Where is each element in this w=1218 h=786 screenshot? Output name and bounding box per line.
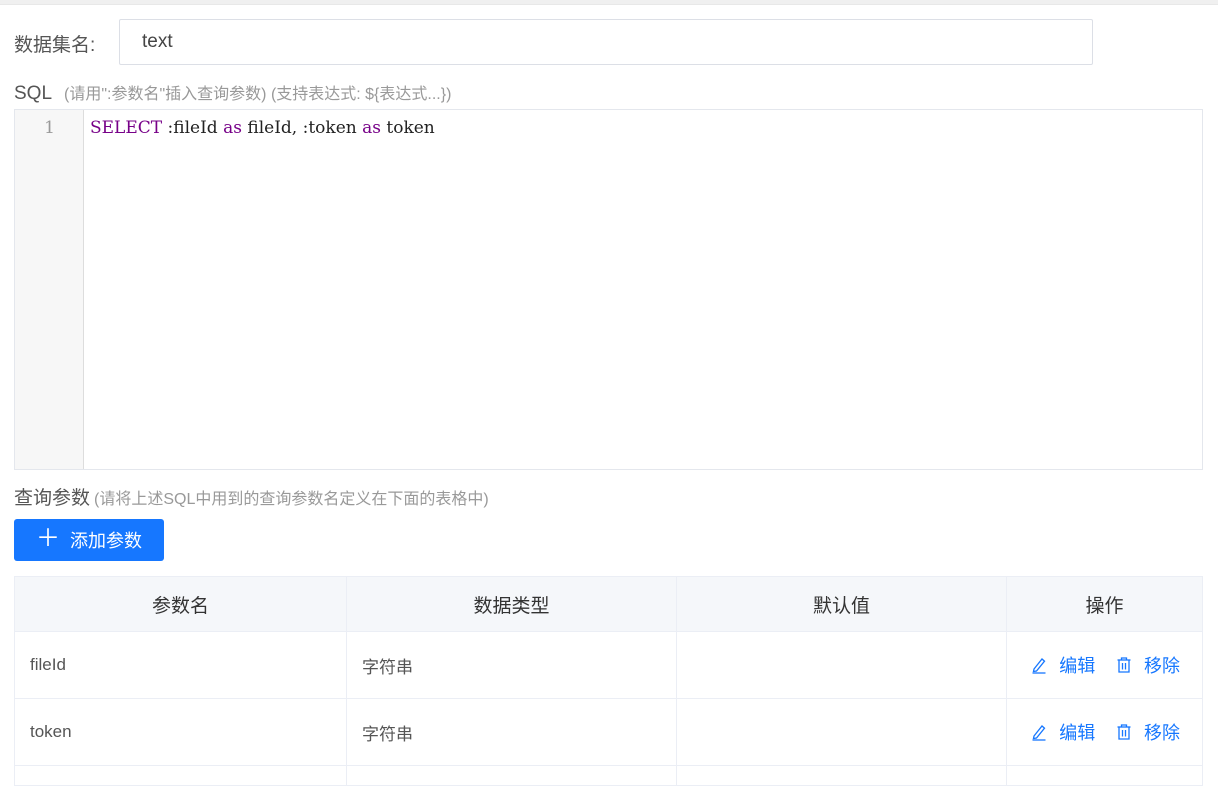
add-param-label: 添加参数	[70, 531, 142, 551]
add-param-button[interactable]: ＋ 添加参数	[14, 519, 164, 561]
remove-label: 移除	[1144, 655, 1180, 676]
sql-keyword: SELECT	[90, 118, 163, 138]
sql-token: token	[380, 118, 435, 138]
remove-link[interactable]: 移除	[1116, 652, 1180, 678]
line-number-gutter: 1	[15, 110, 84, 469]
header-param-name: 参数名	[14, 576, 347, 632]
sql-section-title: SQL (请用":参数名"插入查询参数) (支持表达式: ${表达式...})	[14, 80, 451, 105]
cell-default-value	[676, 698, 1007, 766]
line-number: 1	[44, 118, 55, 138]
header-data-type: 数据类型	[346, 576, 677, 632]
table-header-row: 参数名 数据类型 默认值 操作	[14, 576, 1203, 632]
params-table: 参数名 数据类型 默认值 操作 fileId 字符串 编辑 移除 token 字…	[14, 576, 1203, 786]
sql-keyword: as	[223, 118, 242, 138]
table-row: fileId 字符串 编辑 移除	[14, 631, 1203, 699]
empty-cell	[14, 765, 347, 786]
header-actions: 操作	[1006, 576, 1203, 632]
remove-link[interactable]: 移除	[1116, 719, 1180, 745]
query-params-label: 查询参数	[14, 488, 91, 509]
query-params-title: 查询参数 (请将上述SQL中用到的查询参数名定义在下面的表格中)	[14, 483, 489, 510]
plus-icon: ＋	[36, 525, 60, 552]
cell-data-type: 字符串	[346, 698, 677, 766]
table-row-partial	[14, 765, 1203, 786]
dataset-name-input[interactable]	[119, 19, 1093, 65]
sql-token: :fileId	[162, 118, 224, 138]
cell-actions: 编辑 移除	[1006, 631, 1203, 699]
sql-token: fileId, :token	[241, 118, 363, 138]
cell-default-value	[676, 631, 1007, 699]
sql-editor[interactable]: 1 SELECT :fileId as fileId, :token as to…	[14, 109, 1203, 470]
sql-label: SQL	[14, 83, 53, 104]
edit-link[interactable]: 编辑	[1031, 719, 1095, 745]
header-default-value: 默认值	[676, 576, 1007, 632]
cell-param-name: token	[14, 698, 347, 766]
top-divider	[0, 0, 1218, 5]
edit-label: 编辑	[1059, 722, 1096, 743]
cell-param-name: fileId	[14, 631, 347, 699]
query-params-hint: (请将上述SQL中用到的查询参数名定义在下面的表格中)	[94, 491, 489, 508]
dataset-name-label: 数据集名:	[14, 34, 96, 56]
cell-actions: 编辑 移除	[1006, 698, 1203, 766]
empty-cell	[1006, 765, 1203, 786]
dataset-name-row: 数据集名:	[14, 19, 119, 67]
table-row: token 字符串 编辑 移除	[14, 698, 1203, 766]
empty-cell	[346, 765, 677, 786]
edit-icon	[1032, 724, 1046, 741]
cell-data-type: 字符串	[346, 631, 677, 699]
sql-keyword: as	[362, 118, 381, 138]
empty-cell	[676, 765, 1007, 786]
trash-icon	[1117, 723, 1131, 740]
edit-label: 编辑	[1059, 655, 1096, 676]
edit-link[interactable]: 编辑	[1031, 652, 1095, 678]
sql-code-line[interactable]: SELECT :fileId as fileId, :token as toke…	[90, 118, 435, 138]
trash-icon	[1117, 656, 1131, 673]
edit-icon	[1032, 657, 1046, 674]
sql-hint: (请用":参数名"插入查询参数) (支持表达式: ${表达式...})	[64, 86, 452, 103]
remove-label: 移除	[1144, 722, 1180, 743]
